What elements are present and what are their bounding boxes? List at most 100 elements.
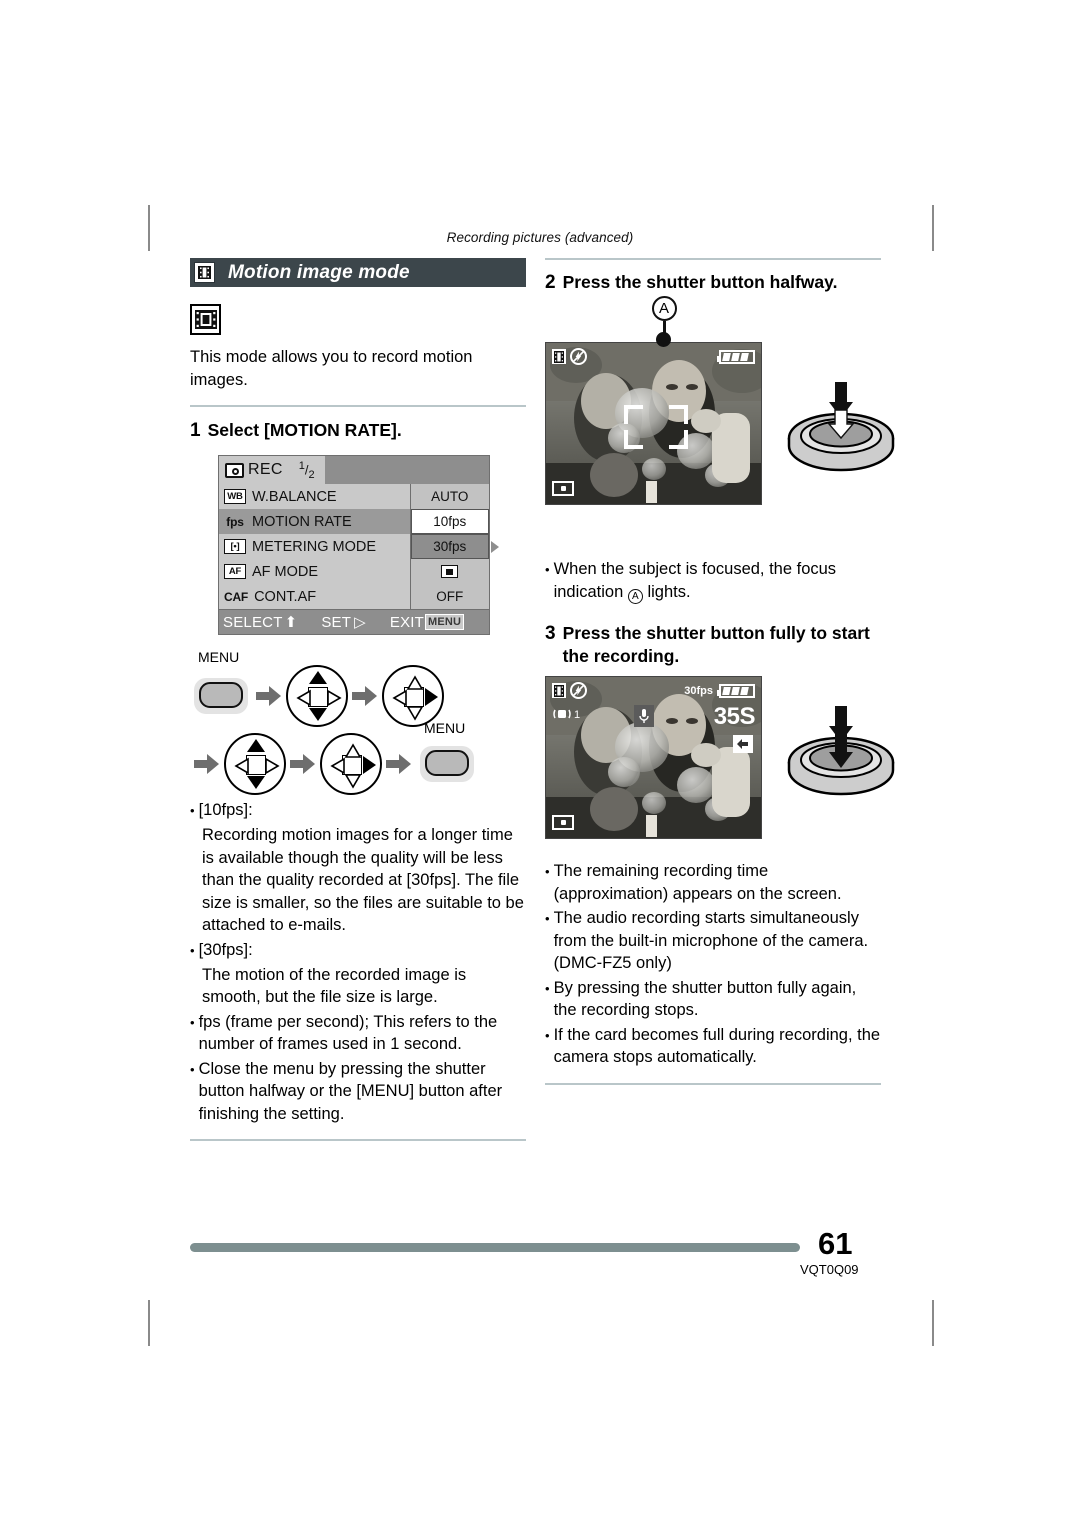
metering-mode-icon (552, 815, 574, 831)
triangle-right-icon: ▷ (354, 614, 366, 631)
bullet-dot: • (190, 942, 195, 958)
card-record-icon (733, 735, 753, 754)
step-1-text: Select [MOTION RATE]. (207, 420, 402, 440)
bullet-dot: • (190, 803, 195, 818)
camera-rec-menu: REC 1/2 WB W.BALANCE fps MOTION RATE [•]… (218, 455, 499, 635)
menu-row-af-mode[interactable]: AF AF MODE (219, 559, 410, 584)
menu-row-list: WB W.BALANCE fps MOTION RATE [•] METERIN… (219, 484, 411, 609)
arrow-right-icon (386, 753, 412, 775)
bullet-dot: • (190, 1061, 195, 1077)
crop-mark-bottom-left (148, 1300, 150, 1346)
list-item: • By pressing the shutter button fully a… (545, 977, 881, 1022)
footer-select-label: SELECT (223, 613, 283, 631)
battery-icon (717, 350, 755, 364)
shutter-button-full-illustration (783, 700, 899, 796)
step-3: 3 Press the shutter button fully to star… (545, 622, 881, 668)
flash-off-icon (570, 348, 587, 365)
menu-button-bottom[interactable] (416, 742, 478, 786)
list-item: • The remaining recording time (approxim… (545, 860, 881, 905)
menu-row-label: CONT.AF (254, 588, 317, 605)
step-3-text: Press the shutter button fully to start … (562, 623, 870, 667)
focus-indication-dot (656, 332, 671, 347)
menu-value-10fps[interactable]: 10fps (410, 509, 489, 534)
menu-value-list: AUTO 10fps 30fps OFF (410, 484, 499, 609)
fps-icon: fps (226, 514, 244, 529)
dpad-right-1[interactable] (382, 665, 444, 727)
bullet-dot: • (545, 1027, 550, 1043)
camera-preview-halfway (545, 342, 762, 505)
menu-header: REC 1/2 (219, 456, 489, 484)
step-3-notes: • The remaining recording time (approxim… (545, 860, 881, 1069)
menu-value-wbalance: AUTO (431, 489, 469, 504)
inline-a-icon: A (627, 589, 643, 605)
dpad-right-2[interactable] (320, 733, 382, 795)
dpad-updown-2[interactable] (224, 733, 286, 795)
bullet-dot: • (545, 911, 550, 927)
metering-mode-icon (552, 481, 574, 496)
bullet-text: When the subject is focused, the focus i… (554, 558, 881, 605)
battery-icon (717, 684, 755, 699)
menu-body: WB W.BALANCE fps MOTION RATE [•] METERIN… (219, 484, 499, 609)
metering-icon: [•] (224, 539, 246, 554)
bullet-text: Recording motion images for a longer tim… (202, 826, 524, 934)
updown-icon: ⬆︎ (284, 614, 298, 631)
step-1: 1 Select [MOTION RATE]. (190, 419, 526, 442)
footer-rule (190, 1243, 800, 1252)
figure-full-press: 30fps 1 35S (545, 676, 895, 848)
list-item: • [10fps]: (190, 799, 526, 822)
footer-exit-label: EXIT (389, 613, 425, 631)
menu-button-top[interactable] (190, 674, 252, 718)
manual-page: Recording pictures (advanced) Motion ima… (0, 0, 1080, 1526)
menu-button-shape (199, 682, 243, 708)
caf-icon: CAF (224, 589, 249, 604)
bullet-dot: • (545, 980, 550, 996)
menu-row-cont-af[interactable]: CAF CONT.AF (219, 584, 410, 609)
menu-row-metering-mode[interactable]: [•] METERING MODE (219, 534, 410, 559)
bullet-dot: • (545, 864, 550, 880)
menu-row-motion-rate[interactable]: fps MOTION RATE (219, 509, 410, 534)
bullet-lead: [30fps]: (198, 940, 253, 959)
wb-icon: WB (224, 489, 246, 504)
list-item: • If the card becomes full during record… (545, 1024, 881, 1069)
stabilizer-level: 1 (574, 709, 581, 722)
running-head: Recording pictures (advanced) (446, 230, 634, 245)
menu-value-cont-af: OFF (436, 589, 464, 604)
af-focus-brackets (624, 405, 688, 449)
list-item: • Close the menu by pressing the shutter… (190, 1058, 526, 1126)
bullet-dot: • (545, 562, 550, 577)
footer-set-label: SET (321, 613, 352, 631)
menu-tab-label: REC (248, 461, 283, 478)
remaining-time: 35S (713, 703, 756, 731)
menu-value-30fps[interactable]: 30fps (410, 534, 499, 559)
af-icon: AF (224, 564, 246, 579)
arrow-right-icon (256, 685, 282, 707)
arrow-right-icon (352, 685, 378, 707)
list-item: Recording motion images for a longer tim… (190, 824, 526, 937)
dpad-updown-1[interactable] (286, 665, 348, 727)
right-column: 2 Press the shutter button halfway. A • … (545, 258, 895, 1085)
menu-tab-rec[interactable]: REC 1/2 (219, 456, 325, 484)
menu-label-bottom: MENU (424, 720, 466, 736)
preview-photo (546, 677, 761, 839)
menu-button-chip[interactable]: MENU (425, 614, 465, 630)
arrow-right-icon (290, 753, 316, 775)
menu-row-label: MOTION RATE (252, 513, 352, 530)
menu-page-indicator: 1/2 (298, 459, 315, 481)
list-item: • fps (frame per second); This refers to… (190, 1011, 526, 1056)
menu-row-label: METERING MODE (252, 538, 377, 555)
section-title: Motion image mode (228, 261, 410, 283)
chevron-right-icon (491, 541, 499, 553)
menu-header-fill (324, 456, 489, 484)
figure-halfway-press: A (545, 296, 895, 552)
navigation-diagram: MENU MENU (190, 649, 526, 795)
divider (190, 405, 526, 407)
section-intro: This mode allows you to record motion im… (190, 348, 473, 389)
menu-row-wbalance[interactable]: WB W.BALANCE (219, 484, 410, 509)
page-number: 61 (818, 1226, 853, 1261)
bullet-text: The audio recording starts simultaneousl… (553, 909, 869, 973)
list-item: • The audio recording starts simultaneou… (545, 907, 881, 975)
step-2-text: Press the shutter button halfway. (562, 272, 838, 292)
list-item: The motion of the recorded image is smoo… (190, 964, 526, 1009)
motion-image-mode-icon (190, 304, 221, 335)
document-code: VQT0Q09 (800, 1262, 859, 1277)
